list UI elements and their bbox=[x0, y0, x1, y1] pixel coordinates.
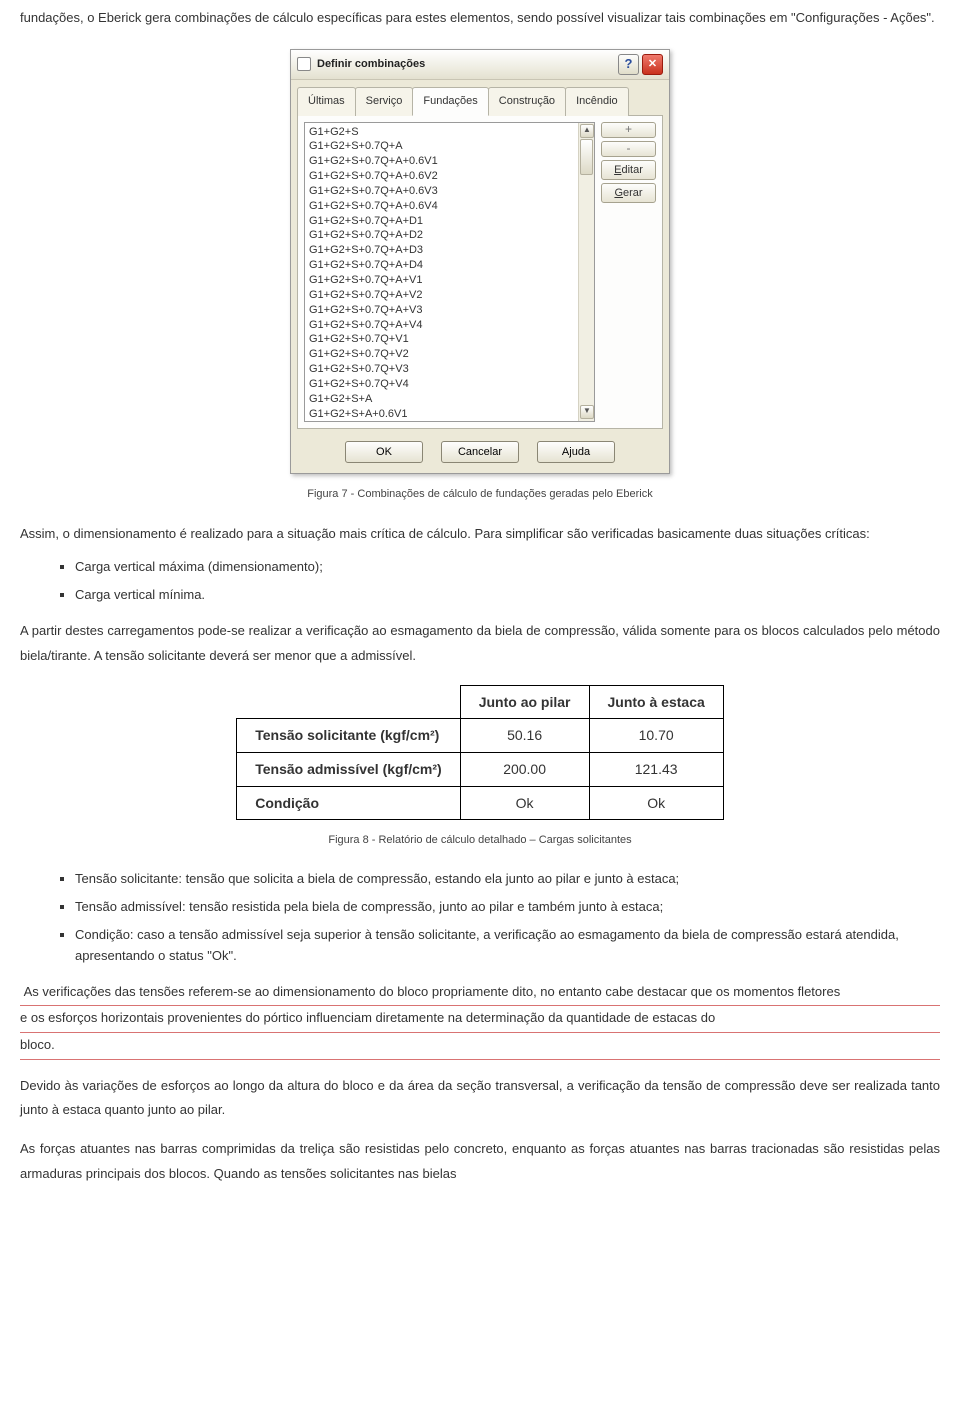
list-item[interactable]: G1+G2+S+0.7Q+A+D2 bbox=[309, 228, 590, 243]
table-row: CondiçãoOkOk bbox=[237, 786, 724, 820]
list-item: Tensão admissível: tensão resistida pela… bbox=[75, 897, 940, 917]
list-item[interactable]: G1+G2+S+0.7Q+A+V2 bbox=[309, 288, 590, 303]
scroll-thumb[interactable] bbox=[580, 139, 593, 175]
list-item[interactable]: G1+G2+S+0.7Q+A+0.6V4 bbox=[309, 199, 590, 214]
help-icon[interactable]: ? bbox=[618, 54, 639, 75]
list-item: Carga vertical mínima. bbox=[75, 585, 940, 605]
tab-bar: ÚltimasServiçoFundaçõesConstruçãoIncêndi… bbox=[291, 80, 669, 115]
tab-incêndio[interactable]: Incêndio bbox=[565, 87, 629, 116]
help-button[interactable]: Ajuda bbox=[537, 441, 615, 463]
list-item[interactable]: G1+G2+S+0.7Q+A+0.6V2 bbox=[309, 169, 590, 184]
bullet-list-2: Tensão solicitante: tensão que solicita … bbox=[75, 869, 940, 966]
figure8-caption: Figura 8 - Relatório de cálculo detalhad… bbox=[20, 830, 940, 851]
list-item[interactable]: G1+G2+S+0.7Q+V1 bbox=[309, 332, 590, 347]
combinations-listbox[interactable]: G1+G2+SG1+G2+S+0.7Q+AG1+G2+S+0.7Q+A+0.6V… bbox=[304, 122, 595, 422]
scroll-up-icon[interactable]: ▲ bbox=[580, 124, 594, 138]
dialog-screenshot: Definir combinações ? ✕ ÚltimasServiçoFu… bbox=[20, 49, 940, 474]
list-item[interactable]: G1+G2+S+0.7Q+V3 bbox=[309, 362, 590, 377]
scroll-down-icon[interactable]: ▼ bbox=[580, 405, 594, 419]
cell: 50.16 bbox=[460, 719, 589, 753]
results-table: Junto ao pilar Junto à estaca Tensão sol… bbox=[236, 685, 724, 820]
dialog-title: Definir combinações bbox=[317, 54, 425, 75]
list-item[interactable]: G1+G2+S+0.7Q+V2 bbox=[309, 347, 590, 362]
tab-últimas[interactable]: Últimas bbox=[297, 87, 356, 116]
table-header: Junto ao pilar bbox=[460, 685, 589, 719]
row-label: Condição bbox=[237, 786, 460, 820]
cancel-button[interactable]: Cancelar bbox=[441, 441, 519, 463]
list-item: Tensão solicitante: tensão que solicita … bbox=[75, 869, 940, 889]
intro-paragraph: fundações, o Eberick gera combinações de… bbox=[20, 6, 940, 31]
cell: 10.70 bbox=[589, 719, 723, 753]
list-item[interactable]: G1+G2+S+0.7Q+A+0.6V1 bbox=[309, 154, 590, 169]
list-item[interactable]: G1+G2+S+0.7Q+A+0.6V3 bbox=[309, 184, 590, 199]
table-header: Junto à estaca bbox=[589, 685, 723, 719]
list-item: Condição: caso a tensão admissível seja … bbox=[75, 925, 940, 965]
tab-fundações[interactable]: Fundações bbox=[412, 87, 488, 116]
list-item[interactable]: G1+G2+S+0.7Q+A+D1 bbox=[309, 214, 590, 229]
tab-construção[interactable]: Construção bbox=[488, 87, 566, 116]
list-item[interactable]: G1+G2+S+0.7Q+A+V4 bbox=[309, 318, 590, 333]
cell: Ok bbox=[589, 786, 723, 820]
ok-button[interactable]: OK bbox=[345, 441, 423, 463]
bullet-list-1: Carga vertical máxima (dimensionamento);… bbox=[75, 557, 940, 605]
cell: Ok bbox=[460, 786, 589, 820]
scrollbar[interactable]: ▲ ▼ bbox=[578, 123, 594, 421]
table-row: Tensão solicitante (kgf/cm²)50.1610.70 bbox=[237, 719, 724, 753]
list-item[interactable]: G1+G2+S+0.7Q+A+D4 bbox=[309, 258, 590, 273]
paragraph-after-fig7: Assim, o dimensionamento é realizado par… bbox=[20, 522, 940, 547]
highlighted-block: As verificações das tensões referem-se a… bbox=[20, 980, 940, 1060]
paragraph-bielas: A partir destes carregamentos pode-se re… bbox=[20, 619, 940, 668]
list-item[interactable]: G1+G2+S+0.7Q+A+V3 bbox=[309, 303, 590, 318]
cell: 200.00 bbox=[460, 753, 589, 787]
list-item[interactable]: G1+G2+S+0.7Q+A bbox=[309, 139, 590, 154]
row-label: Tensão solicitante (kgf/cm²) bbox=[237, 719, 460, 753]
table-row: Tensão admissível (kgf/cm²)200.00121.43 bbox=[237, 753, 724, 787]
app-icon bbox=[297, 57, 311, 71]
figure7-caption: Figura 7 - Combinações de cálculo de fun… bbox=[20, 484, 940, 505]
list-item[interactable]: G1+G2+S+A bbox=[309, 392, 590, 407]
list-item[interactable]: G1+G2+S+0.7Q+V4 bbox=[309, 377, 590, 392]
list-item[interactable]: G1+G2+S+A+0.6V1 bbox=[309, 407, 590, 422]
close-icon[interactable]: ✕ bbox=[642, 54, 663, 75]
list-item[interactable]: G1+G2+S bbox=[309, 125, 590, 140]
cell: 121.43 bbox=[589, 753, 723, 787]
row-label: Tensão admissível (kgf/cm²) bbox=[237, 753, 460, 787]
add-button[interactable]: + bbox=[601, 122, 656, 138]
list-item[interactable]: G1+G2+S+0.7Q+A+V1 bbox=[309, 273, 590, 288]
paragraph-variacoes: Devido às variações de esforços ao longo… bbox=[20, 1074, 940, 1123]
list-item[interactable]: G1+G2+S+0.7Q+A+D3 bbox=[309, 243, 590, 258]
paragraph-forcas: As forças atuantes nas barras comprimida… bbox=[20, 1137, 940, 1186]
list-item: Carga vertical máxima (dimensionamento); bbox=[75, 557, 940, 577]
remove-button[interactable]: - bbox=[601, 141, 656, 157]
tab-serviço[interactable]: Serviço bbox=[355, 87, 414, 116]
generate-button[interactable]: Gerar bbox=[601, 183, 656, 203]
edit-button[interactable]: Editar bbox=[601, 160, 656, 180]
dialog-titlebar: Definir combinações ? ✕ bbox=[291, 50, 669, 80]
